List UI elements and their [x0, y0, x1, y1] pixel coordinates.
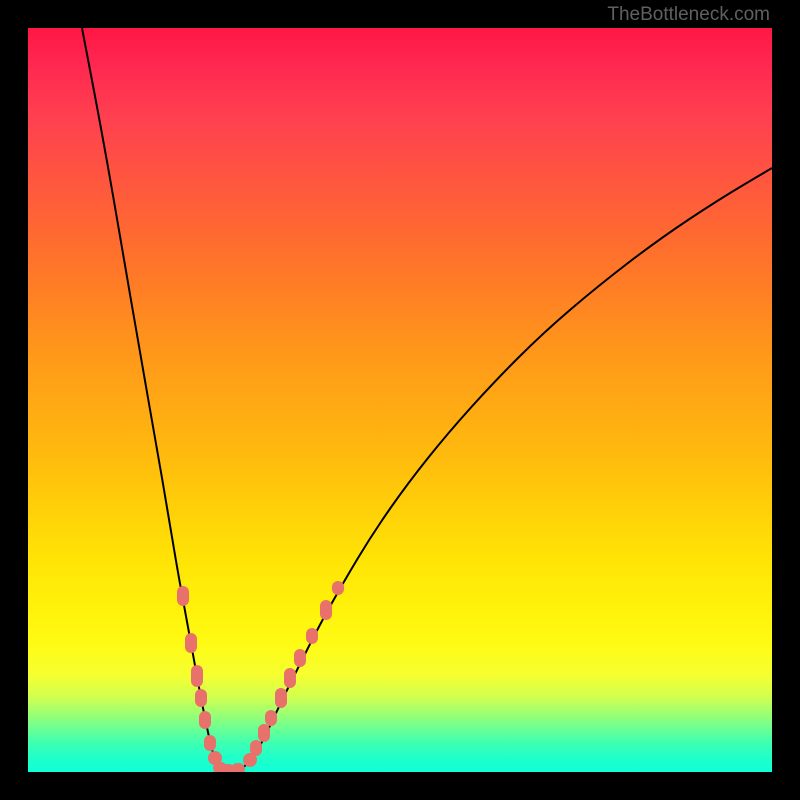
markers-layer — [28, 28, 772, 772]
marker-point — [294, 649, 306, 667]
marker-point — [332, 581, 344, 595]
sausage-markers — [177, 581, 344, 772]
marker-point — [284, 668, 296, 688]
marker-point — [191, 665, 203, 687]
marker-point — [185, 633, 197, 653]
marker-point — [320, 600, 332, 620]
marker-point — [275, 688, 287, 708]
marker-point — [265, 710, 277, 726]
marker-point — [250, 740, 262, 756]
marker-point — [258, 724, 270, 742]
watermark-text: TheBottleneck.com — [607, 4, 770, 26]
marker-point — [177, 586, 189, 606]
marker-point — [306, 628, 318, 644]
marker-point — [204, 735, 216, 751]
marker-point — [195, 689, 207, 707]
marker-point — [231, 763, 245, 772]
marker-point — [199, 711, 211, 729]
